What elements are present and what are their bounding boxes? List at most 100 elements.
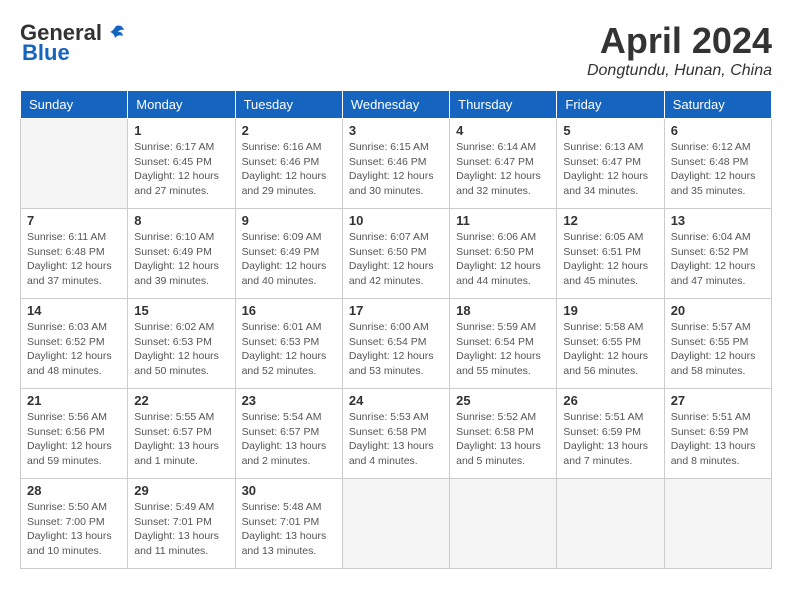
day-info: Sunrise: 6:03 AMSunset: 6:52 PMDaylight:… [27, 320, 121, 379]
day-number: 11 [456, 213, 550, 228]
day-info: Sunrise: 5:51 AMSunset: 6:59 PMDaylight:… [671, 410, 765, 469]
calendar-cell: 4 Sunrise: 6:14 AMSunset: 6:47 PMDaylight… [450, 119, 557, 209]
logo-bird-icon [104, 22, 126, 44]
day-number: 7 [27, 213, 121, 228]
calendar-cell: 3 Sunrise: 6:15 AMSunset: 6:46 PMDaylight… [342, 119, 449, 209]
calendar-week-row: 28 Sunrise: 5:50 AMSunset: 7:00 PMDayligh… [21, 479, 772, 569]
calendar-cell: 2Sunrise: 6:16 AMSunset: 6:46 PMDaylight… [235, 119, 342, 209]
calendar-cell: 15 Sunrise: 6:02 AMSunset: 6:53 PMDayligh… [128, 299, 235, 389]
calendar-cell: 16 Sunrise: 6:01 AMSunset: 6:53 PMDayligh… [235, 299, 342, 389]
day-number: 1 [134, 123, 228, 138]
calendar-cell: 18 Sunrise: 5:59 AMSunset: 6:54 PMDayligh… [450, 299, 557, 389]
day-info: Sunrise: 5:54 AMSunset: 6:57 PMDaylight:… [242, 410, 336, 469]
day-info: Sunrise: 5:59 AMSunset: 6:54 PMDaylight:… [456, 320, 550, 379]
day-info: Sunrise: 6:05 AMSunset: 6:51 PMDaylight:… [563, 230, 657, 289]
calendar-day-header-saturday: Saturday [664, 91, 771, 119]
day-info: Sunrise: 6:17 AMSunset: 6:45 PMDaylight:… [134, 140, 228, 199]
calendar-cell: 20 Sunrise: 5:57 AMSunset: 6:55 PMDayligh… [664, 299, 771, 389]
calendar-day-header-friday: Friday [557, 91, 664, 119]
day-number: 15 [134, 303, 228, 318]
day-info: Sunrise: 6:15 AMSunset: 6:46 PMDaylight:… [349, 140, 443, 199]
calendar-cell [557, 479, 664, 569]
day-info: Sunrise: 5:48 AMSunset: 7:01 PMDaylight:… [242, 500, 336, 559]
day-number: 6 [671, 123, 765, 138]
logo-blue-text: Blue [22, 40, 70, 66]
day-number: 14 [27, 303, 121, 318]
day-info: Sunrise: 5:53 AMSunset: 6:58 PMDaylight:… [349, 410, 443, 469]
day-number: 3 [349, 123, 443, 138]
page-header: General Blue April 2024 Dongtundu, Hunan… [20, 20, 772, 80]
calendar-cell: 8Sunrise: 6:10 AMSunset: 6:49 PMDaylight… [128, 209, 235, 299]
calendar-day-header-sunday: Sunday [21, 91, 128, 119]
day-number: 5 [563, 123, 657, 138]
day-info: Sunrise: 6:06 AMSunset: 6:50 PMDaylight:… [456, 230, 550, 289]
calendar-cell: 1 Sunrise: 6:17 AMSunset: 6:45 PMDaylight… [128, 119, 235, 209]
calendar-cell: 14 Sunrise: 6:03 AMSunset: 6:52 PMDayligh… [21, 299, 128, 389]
calendar-cell: 9 Sunrise: 6:09 AMSunset: 6:49 PMDaylight… [235, 209, 342, 299]
calendar-cell: 27Sunrise: 5:51 AMSunset: 6:59 PMDayligh… [664, 389, 771, 479]
day-info: Sunrise: 5:58 AMSunset: 6:55 PMDaylight:… [563, 320, 657, 379]
day-number: 23 [242, 393, 336, 408]
calendar-cell: 5 Sunrise: 6:13 AMSunset: 6:47 PMDaylight… [557, 119, 664, 209]
day-info: Sunrise: 6:09 AMSunset: 6:49 PMDaylight:… [242, 230, 336, 289]
day-number: 22 [134, 393, 228, 408]
day-number: 18 [456, 303, 550, 318]
day-number: 10 [349, 213, 443, 228]
day-info: Sunrise: 6:10 AMSunset: 6:49 PMDaylight:… [134, 230, 228, 289]
location: Dongtundu, Hunan, China [587, 62, 772, 80]
calendar-cell: 25 Sunrise: 5:52 AMSunset: 6:58 PMDayligh… [450, 389, 557, 479]
calendar-cell: 30 Sunrise: 5:48 AMSunset: 7:01 PMDayligh… [235, 479, 342, 569]
calendar-cell: 26Sunrise: 5:51 AMSunset: 6:59 PMDayligh… [557, 389, 664, 479]
calendar-week-row: 1 Sunrise: 6:17 AMSunset: 6:45 PMDaylight… [21, 119, 772, 209]
calendar-cell: 21 Sunrise: 5:56 AMSunset: 6:56 PMDayligh… [21, 389, 128, 479]
calendar-cell: 13 Sunrise: 6:04 AMSunset: 6:52 PMDayligh… [664, 209, 771, 299]
day-number: 4 [456, 123, 550, 138]
day-info: Sunrise: 5:56 AMSunset: 6:56 PMDaylight:… [27, 410, 121, 469]
day-info: Sunrise: 5:57 AMSunset: 6:55 PMDaylight:… [671, 320, 765, 379]
calendar-day-header-thursday: Thursday [450, 91, 557, 119]
day-number: 9 [242, 213, 336, 228]
day-info: Sunrise: 6:04 AMSunset: 6:52 PMDaylight:… [671, 230, 765, 289]
day-number: 25 [456, 393, 550, 408]
day-info: Sunrise: 5:55 AMSunset: 6:57 PMDaylight:… [134, 410, 228, 469]
month-title: April 2024 [587, 20, 772, 62]
calendar-cell [342, 479, 449, 569]
calendar-week-row: 21 Sunrise: 5:56 AMSunset: 6:56 PMDayligh… [21, 389, 772, 479]
day-info: Sunrise: 5:52 AMSunset: 6:58 PMDaylight:… [456, 410, 550, 469]
calendar-cell [21, 119, 128, 209]
day-number: 21 [27, 393, 121, 408]
day-info: Sunrise: 6:14 AMSunset: 6:47 PMDaylight:… [456, 140, 550, 199]
day-info: Sunrise: 6:07 AMSunset: 6:50 PMDaylight:… [349, 230, 443, 289]
calendar-day-header-wednesday: Wednesday [342, 91, 449, 119]
day-number: 30 [242, 483, 336, 498]
day-info: Sunrise: 5:49 AMSunset: 7:01 PMDaylight:… [134, 500, 228, 559]
day-info: Sunrise: 6:02 AMSunset: 6:53 PMDaylight:… [134, 320, 228, 379]
calendar-day-header-monday: Monday [128, 91, 235, 119]
calendar-cell: 28 Sunrise: 5:50 AMSunset: 7:00 PMDayligh… [21, 479, 128, 569]
calendar-table: SundayMondayTuesdayWednesdayThursdayFrid… [20, 90, 772, 569]
day-info: Sunrise: 6:16 AMSunset: 6:46 PMDaylight:… [242, 140, 336, 199]
day-number: 24 [349, 393, 443, 408]
day-number: 17 [349, 303, 443, 318]
day-number: 16 [242, 303, 336, 318]
day-number: 26 [563, 393, 657, 408]
day-info: Sunrise: 6:13 AMSunset: 6:47 PMDaylight:… [563, 140, 657, 199]
calendar-cell: 10 Sunrise: 6:07 AMSunset: 6:50 PMDayligh… [342, 209, 449, 299]
calendar-cell: 12 Sunrise: 6:05 AMSunset: 6:51 PMDayligh… [557, 209, 664, 299]
day-number: 29 [134, 483, 228, 498]
calendar-cell: 11 Sunrise: 6:06 AMSunset: 6:50 PMDayligh… [450, 209, 557, 299]
calendar-cell [450, 479, 557, 569]
day-number: 28 [27, 483, 121, 498]
day-info: Sunrise: 6:12 AMSunset: 6:48 PMDaylight:… [671, 140, 765, 199]
day-number: 20 [671, 303, 765, 318]
day-number: 13 [671, 213, 765, 228]
calendar-cell: 7Sunrise: 6:11 AMSunset: 6:48 PMDaylight… [21, 209, 128, 299]
calendar-cell: 17 Sunrise: 6:00 AMSunset: 6:54 PMDayligh… [342, 299, 449, 389]
day-info: Sunrise: 5:50 AMSunset: 7:00 PMDaylight:… [27, 500, 121, 559]
day-number: 12 [563, 213, 657, 228]
calendar-week-row: 7Sunrise: 6:11 AMSunset: 6:48 PMDaylight… [21, 209, 772, 299]
day-number: 19 [563, 303, 657, 318]
day-info: Sunrise: 6:01 AMSunset: 6:53 PMDaylight:… [242, 320, 336, 379]
day-info: Sunrise: 6:00 AMSunset: 6:54 PMDaylight:… [349, 320, 443, 379]
calendar-cell: 22 Sunrise: 5:55 AMSunset: 6:57 PMDayligh… [128, 389, 235, 479]
